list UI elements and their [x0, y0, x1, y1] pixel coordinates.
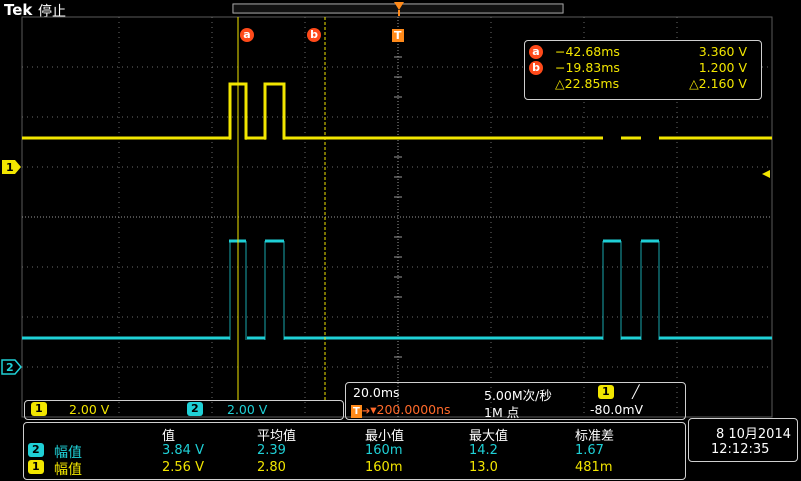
- trigger-level[interactable]: -80.0mV: [590, 402, 643, 417]
- cursor-a-voltage: 3.360 V: [698, 43, 747, 59]
- time-per-div[interactable]: 20.0ms: [353, 385, 400, 400]
- trigger-marker[interactable]: T: [392, 24, 404, 43]
- meas-row-ch2-std: 1.67: [575, 443, 604, 458]
- cursor-readout: a −42.68ms 3.360 V b −19.83ms 1.200 V △2…: [524, 40, 762, 100]
- meas-header-std: 标准差: [575, 429, 615, 444]
- trigger-level-marker[interactable]: [761, 164, 771, 183]
- meas-row-ch1-min: 160m: [365, 460, 403, 475]
- trigger-position-row[interactable]: T ➔▾200.0000ns: [351, 402, 451, 418]
- channel-scale-bar: 1 2.00 V 2 2.00 V: [24, 400, 344, 420]
- cursor-b-time: −19.83ms: [555, 59, 620, 75]
- cursor-b-marker[interactable]: b: [307, 23, 321, 42]
- cursor-a-readout-icon: a: [529, 45, 543, 59]
- ch2-ground-marker[interactable]: 2: [1, 359, 23, 379]
- meas-row-ch2-min: 160m: [365, 443, 403, 458]
- cursor-a-time: −42.68ms: [555, 43, 620, 59]
- meas-row-ch2-value: 3.84 V: [162, 443, 204, 458]
- meas-row-ch1-mean: 2.80: [257, 460, 286, 475]
- meas-row-ch1-max: 13.0: [469, 460, 498, 475]
- svg-text:2: 2: [6, 361, 14, 374]
- measurement-panel: 值 平均值 最小值 最大值 标准差 2 幅值 3.84 V 2.39 160m …: [23, 422, 686, 480]
- trigger-position: ▾200.0000ns: [370, 402, 451, 417]
- meas-row-ch2-mean: 2.39: [257, 443, 286, 458]
- datetime-panel: 8 10月2014 12:12:35: [688, 418, 798, 462]
- timebase-panel: 20.0ms 5.00M次/秒 1 ╱ T ➔▾200.0000ns 1M 点 -…: [345, 382, 686, 420]
- meas-row-ch1-badge: 1: [28, 460, 44, 474]
- meas-row-ch1-value: 2.56 V: [162, 460, 204, 475]
- cursor-b-icon: b: [307, 28, 321, 42]
- trigger-source-badge[interactable]: 1: [598, 385, 614, 399]
- meas-header-min: 最小值: [365, 429, 405, 444]
- meas-row-ch2-badge: 2: [28, 443, 44, 457]
- cursor-a-icon: a: [240, 28, 254, 42]
- cursor-delta-voltage: △2.160 V: [689, 75, 747, 91]
- cursor-a-marker[interactable]: a: [240, 23, 254, 42]
- ch1-scale[interactable]: 2.00 V: [69, 402, 109, 417]
- trigger-icon: T: [392, 29, 404, 42]
- meas-row-ch1-std: 481m: [575, 460, 613, 475]
- meas-header-mean: 平均值: [257, 429, 297, 444]
- record-length[interactable]: 1M 点: [484, 402, 519, 421]
- ch1-ground-marker[interactable]: 1: [1, 159, 23, 179]
- cursor-b-voltage: 1.200 V: [698, 59, 747, 75]
- cursor-delta-time: △22.85ms: [555, 75, 620, 91]
- rising-edge-icon: ╱: [632, 384, 640, 399]
- meas-row-ch1-name: 幅值: [54, 462, 82, 478]
- time-display: 12:12:35: [711, 442, 770, 457]
- ch1-badge[interactable]: 1: [31, 402, 47, 416]
- meas-row-ch2-max: 14.2: [469, 443, 498, 458]
- meas-header-max: 最大值: [469, 429, 509, 444]
- date-display: 8 10月2014: [715, 427, 791, 442]
- meas-header-value: 值: [162, 429, 176, 444]
- trigger-position-icon: T: [351, 405, 362, 418]
- svg-text:1: 1: [6, 161, 14, 174]
- cursor-b-readout-icon: b: [529, 61, 543, 75]
- ch2-scale[interactable]: 2.00 V: [227, 402, 267, 417]
- ch2-badge[interactable]: 2: [187, 402, 203, 416]
